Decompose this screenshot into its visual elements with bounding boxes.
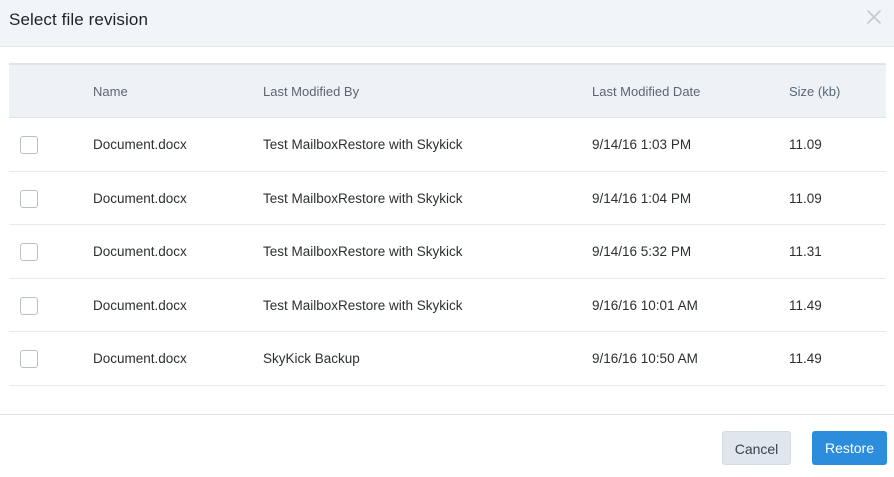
cell-modified-date: 9/14/16 5:32 PM [592, 244, 692, 260]
revisions-table: Name Last Modified By Last Modified Date… [9, 63, 886, 386]
cell-modified-by: Test MailboxRestore with Skykick [263, 244, 463, 260]
table-header: Name Last Modified By Last Modified Date… [9, 63, 886, 118]
close-icon[interactable] [865, 8, 883, 26]
cell-modified-date: 9/16/16 10:01 AM [592, 297, 698, 313]
cell-modified-date: 9/14/16 1:04 PM [592, 190, 692, 206]
row-checkbox[interactable] [20, 136, 38, 154]
cell-modified-by: Test MailboxRestore with Skykick [263, 190, 463, 206]
row-checkbox[interactable] [20, 296, 38, 315]
cell-name: Document.docx [93, 297, 187, 313]
table-row[interactable]: Document.docx Test MailboxRestore with Sk… [9, 118, 886, 172]
dialog-header: Select file revision [0, 0, 894, 47]
cell-modified-date: 9/14/16 1:03 PM [592, 137, 692, 152]
cell-modified-by: Test MailboxRestore with Skykick [263, 137, 463, 152]
row-checkbox[interactable] [20, 189, 38, 208]
cell-modified-by: SkyKick Backup [263, 351, 360, 367]
cell-size: 11.09 [789, 137, 822, 152]
cell-name: Document.docx [93, 137, 187, 152]
table-body: Document.docx Test MailboxRestore with Sk… [9, 118, 886, 386]
footer-divider [0, 414, 894, 415]
cell-modified-by: Test MailboxRestore with Skykick [263, 297, 463, 313]
table-row[interactable]: Document.docx Test MailboxRestore with Sk… [9, 171, 886, 226]
table-row[interactable]: Document.docx SkyKick Backup 9/16/16 10:50… [9, 332, 886, 386]
cell-size: 11.49 [789, 351, 822, 367]
cancel-button[interactable]: Cancel [722, 431, 791, 465]
column-header-size[interactable]: Size (kb) [789, 84, 840, 99]
table-row[interactable]: Document.docx Test MailboxRestore with Sk… [9, 225, 886, 279]
dialog-title: Select file revision [9, 10, 149, 29]
column-header-modified-date[interactable]: Last Modified Date [592, 84, 700, 99]
row-checkbox[interactable] [20, 243, 38, 262]
column-header-modified-by[interactable]: Last Modified By [263, 84, 359, 99]
restore-button[interactable]: Restore [812, 431, 887, 465]
cell-size: 11.49 [789, 297, 822, 313]
cell-modified-date: 9/16/16 10:50 AM [592, 351, 698, 367]
cell-size: 11.31 [789, 244, 822, 260]
cell-name: Document.docx [93, 351, 187, 367]
table-row[interactable]: Document.docx Test MailboxRestore with Sk… [9, 278, 886, 333]
cell-name: Document.docx [93, 244, 187, 260]
row-checkbox[interactable] [20, 350, 38, 369]
cell-name: Document.docx [93, 190, 187, 206]
cell-size: 11.09 [789, 190, 822, 206]
column-header-name[interactable]: Name [93, 84, 128, 99]
file-revision-dialog: Select file revision Name Last Modified … [0, 0, 894, 477]
